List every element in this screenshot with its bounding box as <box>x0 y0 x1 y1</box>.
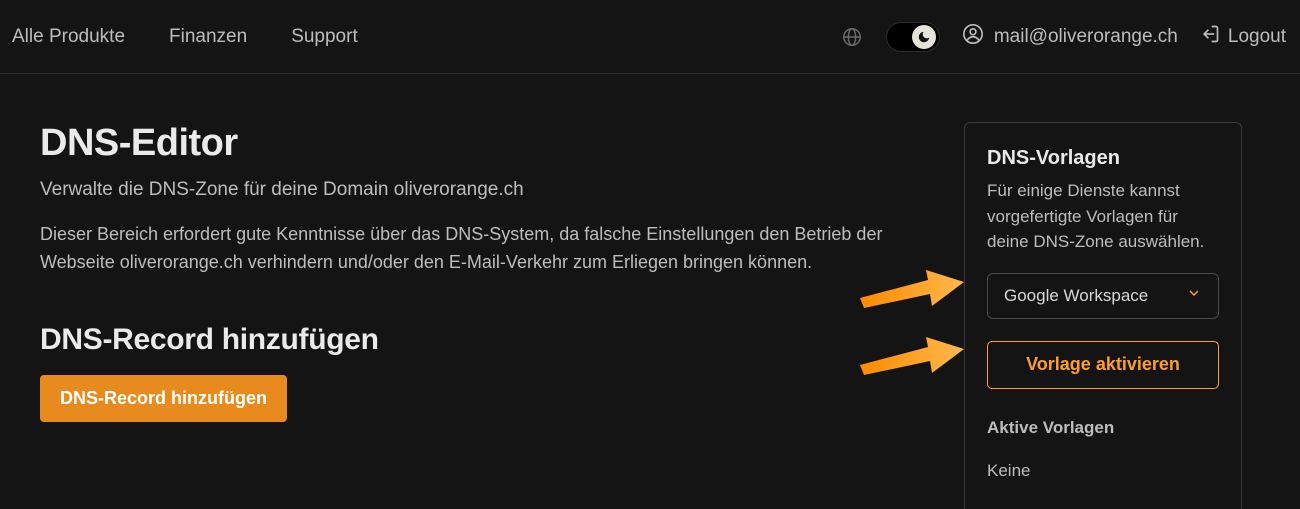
logout-button[interactable]: Logout <box>1200 24 1286 50</box>
nav-finance[interactable]: Finanzen <box>147 16 269 58</box>
page-description: Dieser Bereich erfordert gute Kenntnisse… <box>40 221 900 277</box>
user-email: mail@oliverorange.ch <box>994 26 1178 48</box>
moon-icon <box>912 25 936 49</box>
nav-products[interactable]: Alle Produkte <box>6 16 147 58</box>
page-subtitle: Verwalte die DNS-Zone für deine Domain o… <box>40 179 920 201</box>
main-nav: Alle Produkte Finanzen Support <box>6 16 380 58</box>
templates-heading: DNS-Vorlagen <box>987 147 1219 170</box>
user-icon <box>962 23 984 51</box>
templates-panel: DNS-Vorlagen Für einige Dienste kannst v… <box>964 122 1242 509</box>
user-menu[interactable]: mail@oliverorange.ch <box>962 23 1178 51</box>
page-title: DNS-Editor <box>40 122 920 165</box>
main-column: DNS-Editor Verwalte die DNS-Zone für dei… <box>40 122 920 422</box>
chevron-down-icon <box>1186 285 1202 306</box>
header-right: mail@oliverorange.ch Logout <box>840 22 1286 52</box>
app-header: Alle Produkte Finanzen Support <box>0 0 1300 74</box>
template-selected-value: Google Workspace <box>1004 286 1148 306</box>
templates-text: Für einige Dienste kannst vorgefertigte … <box>987 178 1219 255</box>
logout-label: Logout <box>1228 26 1286 48</box>
add-record-button[interactable]: DNS-Record hinzufügen <box>40 375 287 422</box>
active-templates-heading: Aktive Vorlagen <box>987 415 1219 441</box>
activate-template-button[interactable]: Vorlage aktivieren <box>987 341 1219 389</box>
logout-icon <box>1200 24 1220 50</box>
page-content: DNS-Editor Verwalte die DNS-Zone für dei… <box>0 74 1300 509</box>
template-select[interactable]: Google Workspace <box>987 273 1219 319</box>
dark-mode-toggle[interactable] <box>886 22 940 52</box>
active-templates-none: Keine <box>987 458 1219 484</box>
nav-support[interactable]: Support <box>269 16 380 58</box>
add-record-heading: DNS-Record hinzufügen <box>40 323 920 357</box>
language-icon[interactable] <box>840 25 864 49</box>
